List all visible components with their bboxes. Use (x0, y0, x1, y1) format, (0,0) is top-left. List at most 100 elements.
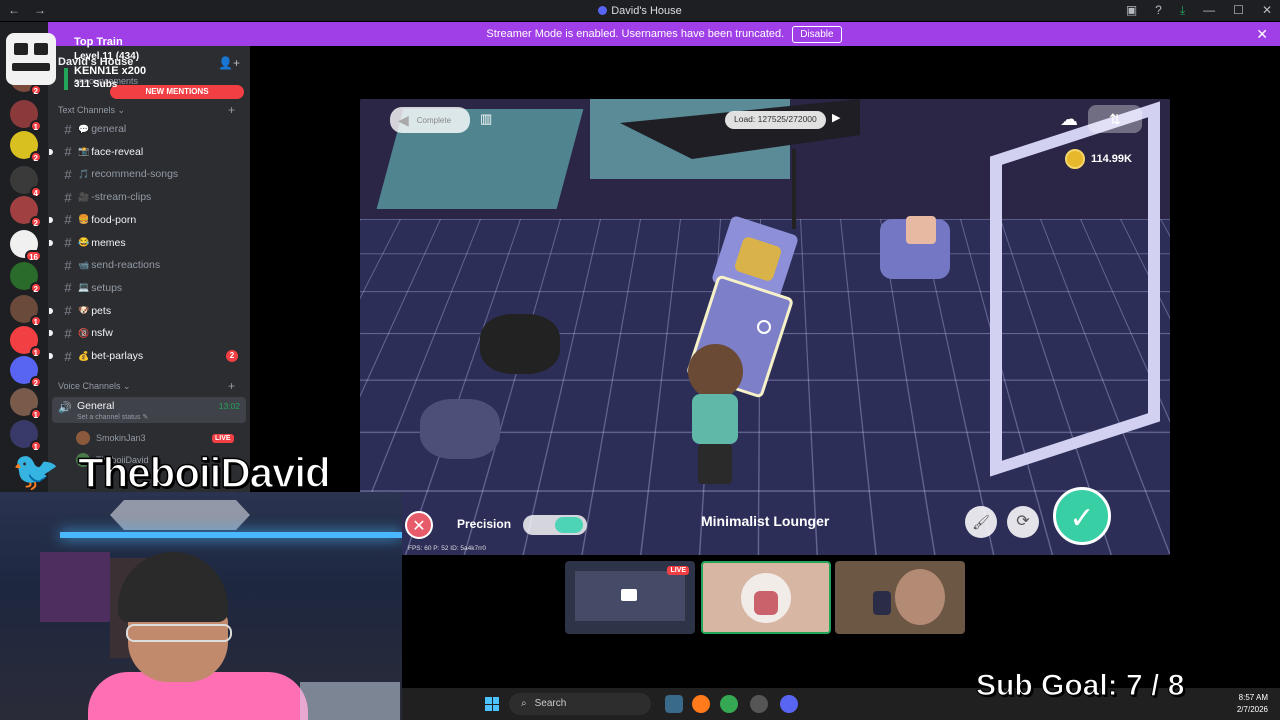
server-badge: 1 (29, 120, 42, 132)
umbrella-pole (792, 149, 796, 229)
channel-face-reveal[interactable]: # 📸 face-reveal (49, 142, 246, 162)
unread-indicator (49, 307, 53, 314)
paint-brush-icon[interactable]: 🖌 (965, 506, 997, 538)
server-badge: 2 (29, 216, 42, 228)
server-icon[interactable]: 2 (10, 196, 42, 228)
participant-tile[interactable] (835, 561, 965, 634)
cancel-placement-button[interactable]: ✕ (405, 511, 433, 539)
server-icon[interactable]: 1 (10, 420, 42, 452)
download-icon[interactable]: ⤓ (1180, 3, 1185, 18)
task-view-icon[interactable] (665, 695, 683, 713)
minimize-icon[interactable]: — (1203, 3, 1215, 18)
server-badge: 2 (29, 376, 42, 388)
channel-setups[interactable]: # 💻 setups (52, 278, 246, 298)
search-placeholder: Search (534, 698, 567, 709)
neon-light (60, 532, 402, 538)
debug-info: FPS: 60 P: 52 ID: 5a4k7rr0 (408, 545, 487, 552)
streamer-mode-message: Streamer Mode is enabled. Usernames have… (486, 28, 785, 40)
voice-channel-general[interactable]: 🔊 General 13:02 Set a channel status ✎ (52, 397, 246, 423)
participant-tile-stream[interactable]: LIVE (565, 561, 695, 634)
hash-icon: # (64, 348, 72, 364)
item-name: Minimalist Lounger (701, 513, 830, 529)
voice-user[interactable]: SmokinJan3 LIVE (76, 431, 234, 445)
close-banner-icon[interactable]: ✕ (1256, 26, 1268, 43)
server-icon[interactable]: 2 (10, 131, 42, 163)
taskbar-search[interactable]: ⌕ Search (509, 693, 651, 715)
hash-icon: # (64, 212, 72, 228)
channel-bet-parlays[interactable]: # 💰 bet-parlays 2 (49, 346, 246, 366)
server-icon[interactable]: 2 (10, 262, 42, 294)
toggle-knob (555, 517, 583, 533)
load-indicator: Load: 127525/272000 (725, 111, 826, 129)
top-train-contributor: KENN1E x200 (74, 65, 147, 77)
search-icon: ⌕ (521, 698, 527, 709)
train-window-right (34, 43, 48, 55)
channel-name: food-porn (91, 213, 137, 226)
complete-button[interactable]: ◀ Complete (390, 107, 470, 133)
participant-tile-speaking[interactable] (701, 561, 831, 634)
voice-channels-category[interactable]: Voice Channels ⌄ + (58, 379, 235, 393)
live-badge: LIVE (667, 566, 689, 575)
channel-emoji-icon: 📹 (78, 259, 90, 270)
coin-amount: 114.99K (1091, 153, 1132, 165)
window-title: David's House (0, 5, 1280, 17)
category-label: Voice Channels (58, 381, 121, 391)
add-voice-channel-icon[interactable]: + (228, 379, 235, 393)
channel-send-reactions[interactable]: # 📹 send-reactions (52, 255, 246, 275)
firefox-icon[interactable] (692, 695, 710, 713)
server-icon[interactable]: 2 (10, 356, 42, 388)
weather-cloud-icon[interactable]: ☁ (1060, 109, 1078, 130)
server-icon[interactable]: 1 (10, 326, 42, 358)
player-avatar (680, 344, 750, 484)
channel-name: send-reactions (91, 259, 161, 272)
channel-recommend-songs[interactable]: # 🎵 recommend-songs (52, 164, 246, 184)
unread-indicator (49, 353, 53, 359)
screen: ← → David's House ▣ ? ⤓ — ☐ ✕ Streamer M… (0, 0, 1280, 720)
server-icon[interactable]: 1 (10, 295, 42, 327)
help-icon[interactable]: ? (1155, 3, 1162, 18)
server-icon[interactable]: 1 (10, 388, 42, 420)
channel-status-input[interactable]: Set a channel status ✎ (77, 413, 148, 421)
taskbar-clock[interactable]: 8:57 AM 2/7/2026 (1237, 692, 1268, 716)
game-stream[interactable]: ◀ Complete ▥ Load: 127525/272000 ▶ ☁ ⇅ 11… (360, 99, 1170, 555)
precision-toggle[interactable] (523, 515, 587, 535)
server-icon[interactable]: 4 (10, 166, 42, 198)
windows-start-icon[interactable] (485, 697, 499, 711)
complete-label: Complete (416, 115, 452, 125)
inbox-icon[interactable]: ▣ (1126, 3, 1137, 18)
server-icon[interactable]: 1 (10, 100, 42, 132)
chair-pillow (906, 216, 936, 244)
channel-nsfw[interactable]: # 🔞 nsfw (49, 323, 246, 343)
app-icon[interactable] (750, 695, 768, 713)
train-base (12, 63, 50, 71)
avatar-body (692, 394, 738, 444)
play-icon[interactable]: ▶ (832, 111, 840, 124)
hash-icon: # (64, 303, 72, 319)
channel-emoji-icon: 🎥 (78, 191, 90, 202)
hash-icon: # (64, 257, 72, 273)
rotate-icon[interactable]: ⟳ (1007, 506, 1039, 538)
channel-general[interactable]: # 💬 general (52, 119, 246, 139)
maximize-icon[interactable]: ☐ (1233, 3, 1244, 18)
channel-emoji-icon: 🐶 (78, 305, 90, 316)
channel-memes[interactable]: # 😂 memes (49, 233, 246, 253)
channel-food-porn[interactable]: # 🍔 food-porn (49, 210, 246, 230)
new-mentions-pill[interactable]: NEW MENTIONS (110, 85, 244, 99)
add-channel-icon[interactable]: + (228, 103, 235, 117)
discord-icon[interactable] (780, 695, 798, 713)
coin-icon (1065, 149, 1085, 169)
players-sort-icon[interactable]: ⇅ (1088, 105, 1142, 133)
server-icon[interactable]: 16 (10, 230, 42, 262)
close-window-icon[interactable]: ✕ (1262, 3, 1272, 18)
channel-stream-clips[interactable]: # 🎥 -stream-clips (52, 187, 246, 207)
unread-indicator (49, 216, 53, 223)
invite-icon[interactable]: 👤+ (218, 56, 240, 70)
server-badge: 2 (29, 282, 42, 294)
confirm-placement-button[interactable]: ✓ (1053, 487, 1111, 545)
channel-pets[interactable]: # 🐶 pets (49, 301, 246, 321)
chrome-icon[interactable] (720, 695, 738, 713)
server-badge: 16 (25, 250, 42, 262)
disable-streamer-mode-button[interactable]: Disable (792, 25, 842, 43)
catalog-icon[interactable]: ▥ (480, 111, 496, 127)
text-channels-category[interactable]: Text Channels ⌄ + (58, 103, 235, 117)
